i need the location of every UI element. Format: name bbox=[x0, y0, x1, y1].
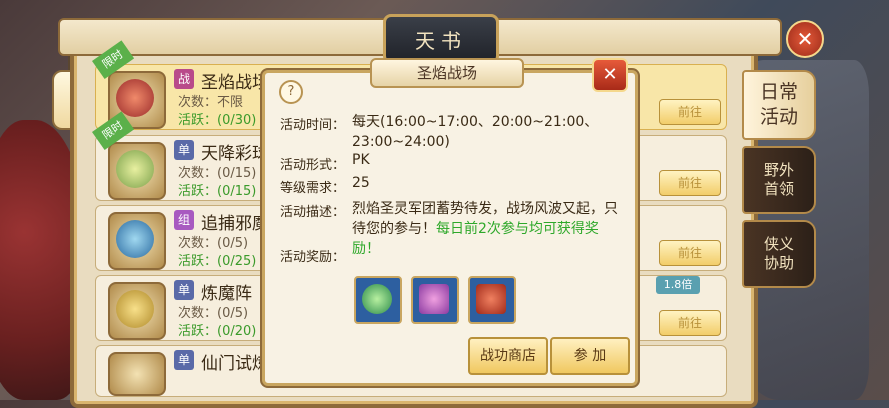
activity-name: 追捕邪魔 bbox=[201, 214, 269, 234]
activity-type-tag: 单 bbox=[174, 280, 194, 300]
activity-count: 次数：不限 bbox=[178, 95, 244, 110]
activity-icon bbox=[108, 142, 166, 200]
close-icon: ✕ bbox=[796, 27, 814, 51]
activity-name: 圣焰战场 bbox=[201, 73, 269, 93]
form-label: 活动形式： bbox=[280, 158, 346, 173]
close-icon: ✕ bbox=[602, 64, 618, 85]
tab-assist[interactable]: 侠义 协助 bbox=[742, 220, 816, 288]
activity-type-tag: 组 bbox=[174, 210, 194, 230]
activity-name: 炼魔阵 bbox=[201, 284, 252, 304]
activity-icon bbox=[108, 352, 166, 396]
red-envelope-icon bbox=[476, 284, 506, 314]
go-button[interactable]: 前往 bbox=[659, 99, 721, 125]
window-title: 天书 bbox=[383, 14, 499, 64]
activity-icon bbox=[108, 212, 166, 270]
multiplier-badge: 1.8倍 bbox=[656, 276, 700, 294]
popup-close-button[interactable]: ✕ bbox=[592, 58, 628, 92]
activity-active: 活跃：(0/20) bbox=[178, 324, 257, 339]
time-value: 每天(16:00~17:00、20:00~21:00、23:00~24:00) bbox=[352, 114, 599, 150]
activity-icon bbox=[108, 282, 166, 340]
reward-label: 活动奖励： bbox=[280, 250, 346, 265]
reward-item[interactable] bbox=[468, 276, 516, 324]
help-icon[interactable]: ? bbox=[279, 80, 303, 104]
green-jade-icon bbox=[362, 284, 392, 314]
activity-active: 活跃：(0/15) bbox=[178, 184, 257, 199]
scroll-icon bbox=[419, 284, 449, 314]
reward-item[interactable] bbox=[354, 276, 402, 324]
go-button[interactable]: 前往 bbox=[659, 310, 721, 336]
activity-name: 天降彩球 bbox=[201, 144, 269, 164]
time-label: 活动时间： bbox=[280, 118, 346, 133]
close-window-button[interactable]: ✕ bbox=[786, 20, 824, 58]
activity-count: 次数：(0/5) bbox=[178, 236, 249, 251]
activity-name: 仙门试炼 bbox=[201, 354, 269, 374]
level-label: 等级需求： bbox=[280, 181, 346, 196]
join-button[interactable]: 参 加 bbox=[550, 337, 630, 375]
activity-type-tag: 单 bbox=[174, 140, 194, 160]
tab-field-boss[interactable]: 野外 首领 bbox=[742, 146, 816, 214]
level-value: 25 bbox=[352, 175, 370, 191]
activity-active: 活跃：(0/25) bbox=[178, 254, 257, 269]
color-ball-icon bbox=[116, 150, 154, 188]
gold-crest-icon bbox=[116, 290, 154, 328]
desc-value: 烈焰圣灵军团蓄势待发，战场风波又起，只待您的参与！每日前2次参与均可获得奖励！ bbox=[352, 199, 622, 259]
activity-count: 次数：(0/15) bbox=[178, 166, 257, 181]
activity-type-tag: 单 bbox=[174, 350, 194, 370]
shop-button[interactable]: 战功商店 bbox=[468, 337, 548, 375]
blue-crest-icon bbox=[116, 220, 154, 258]
reward-item[interactable] bbox=[411, 276, 459, 324]
form-value: PK bbox=[352, 152, 370, 168]
activity-active: 活跃：(0/30) bbox=[178, 113, 257, 128]
popup-title: 圣焰战场 bbox=[370, 58, 524, 88]
go-button[interactable]: 前往 bbox=[659, 240, 721, 266]
go-button[interactable]: 前往 bbox=[659, 170, 721, 196]
activity-count: 次数：(0/5) bbox=[178, 306, 249, 321]
tab-daily-activity[interactable]: 日常 活动 bbox=[742, 70, 816, 140]
desc-label: 活动描述： bbox=[280, 205, 346, 220]
activity-type-tag: 战 bbox=[174, 69, 194, 89]
